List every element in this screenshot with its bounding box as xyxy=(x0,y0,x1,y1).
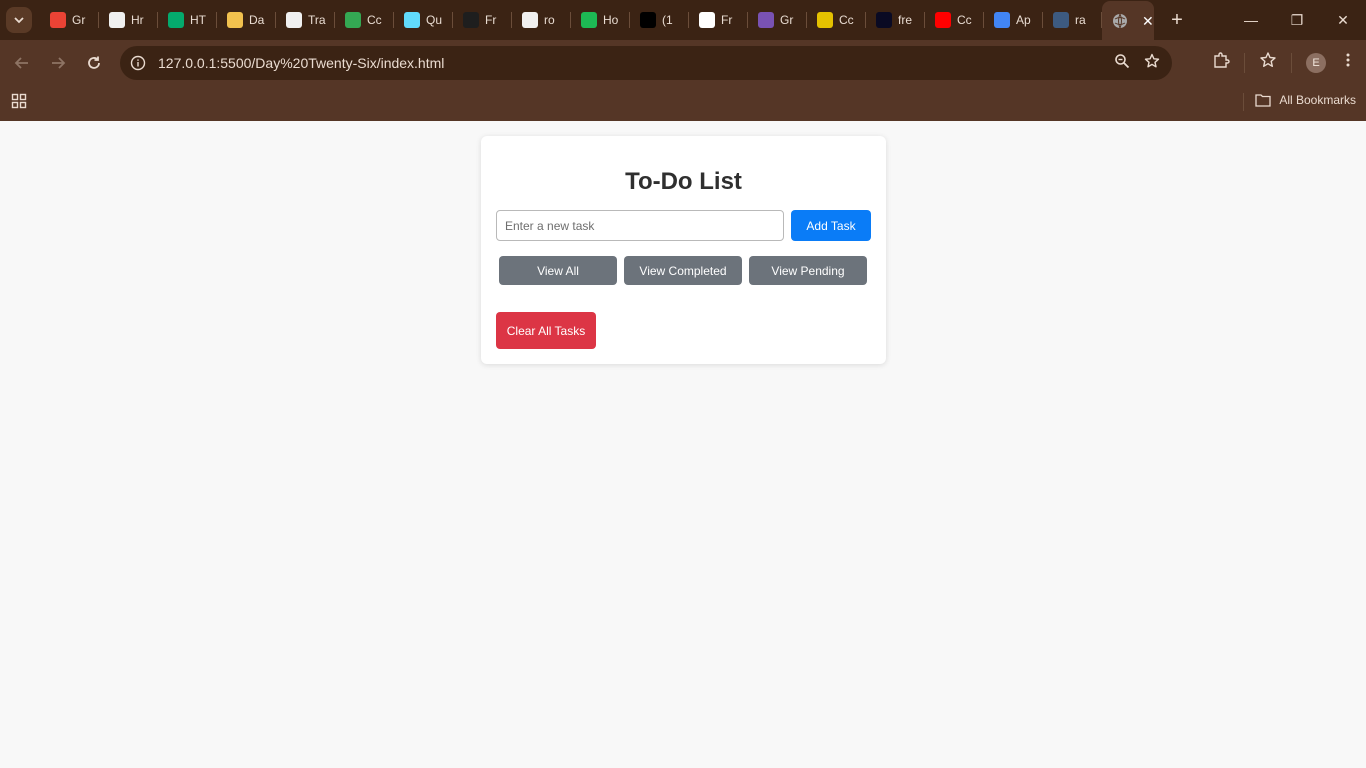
tab-label: Cc xyxy=(367,13,382,27)
freecodecamp-icon xyxy=(876,12,892,28)
site-info-icon[interactable] xyxy=(124,49,152,77)
tab-label: Ap xyxy=(1016,13,1031,27)
view-all-button[interactable]: View All xyxy=(499,256,617,285)
codepen-icon xyxy=(286,12,302,28)
tab-item[interactable]: Hr xyxy=(99,0,158,40)
tab-item[interactable]: Gr xyxy=(748,0,807,40)
toolbar-divider xyxy=(1244,52,1245,73)
tab-label: ra xyxy=(1075,13,1086,27)
drive-icon xyxy=(345,12,361,28)
tab-item[interactable]: Cc xyxy=(807,0,866,40)
tab-item[interactable]: fre xyxy=(866,0,925,40)
back-button[interactable] xyxy=(4,45,40,81)
tab-label: Cc xyxy=(957,13,972,27)
page-title: To-Do List xyxy=(625,168,742,195)
browser-toolbar: 127.0.0.1:5500/Day%20Twenty-Six/index.ht… xyxy=(0,40,1366,85)
restore-button[interactable]: ❐ xyxy=(1274,0,1320,40)
tab-label: Fr xyxy=(721,13,733,27)
tab-active[interactable]: ✕ xyxy=(1102,1,1154,41)
youtube-icon xyxy=(935,12,951,28)
view-pending-button[interactable]: View Pending xyxy=(749,256,867,285)
tab-item[interactable]: Ho xyxy=(571,0,630,40)
globe-icon xyxy=(1112,13,1128,29)
spotify-icon xyxy=(581,12,597,28)
profile-avatar[interactable]: E xyxy=(1306,52,1326,73)
tab-item[interactable]: HT xyxy=(158,0,217,40)
w3schools-icon xyxy=(168,12,184,28)
toolbar-divider xyxy=(1291,52,1292,73)
window-close-button[interactable]: ✕ xyxy=(1320,0,1366,40)
x-icon xyxy=(640,12,656,28)
all-bookmarks-label: All Bookmarks xyxy=(1279,93,1356,107)
bookmark-star-icon[interactable] xyxy=(1144,53,1160,74)
all-bookmarks-button[interactable]: All Bookmarks xyxy=(1243,93,1356,111)
tab-search-button[interactable] xyxy=(6,7,32,33)
folder-icon xyxy=(1255,94,1271,107)
view-completed-button[interactable]: View Completed xyxy=(624,256,742,285)
reload-button[interactable] xyxy=(76,45,112,81)
tab-item[interactable]: ro xyxy=(512,0,571,40)
tab-label: Qu xyxy=(426,13,443,27)
todo-card: To-Do List Add Task View All View Comple… xyxy=(481,136,886,364)
reload-icon xyxy=(88,56,100,69)
tab-label: Gr xyxy=(780,13,794,27)
arrow-right-icon xyxy=(52,56,66,69)
new-tab-button[interactable]: + xyxy=(1162,5,1192,35)
chevron-down-icon xyxy=(14,17,24,24)
tab-label: fre xyxy=(898,13,913,27)
tab-item[interactable]: Ap xyxy=(984,0,1043,40)
tab-item[interactable]: Tra xyxy=(276,0,335,40)
tab-item[interactable]: Cc xyxy=(335,0,394,40)
forward-button[interactable] xyxy=(40,45,76,81)
reading-list-icon[interactable] xyxy=(1259,51,1277,74)
clear-all-tasks-button[interactable]: Clear All Tasks xyxy=(496,312,596,349)
react-icon xyxy=(404,12,420,28)
add-task-button[interactable]: Add Task xyxy=(791,210,871,241)
tab-label: Tra xyxy=(308,13,326,27)
tab-label: Ho xyxy=(603,13,619,27)
window-controls: — ❐ ✕ xyxy=(1228,0,1366,40)
tab-item[interactable]: Gr xyxy=(40,0,99,40)
url-text: 127.0.0.1:5500/Day%20Twenty-Six/index.ht… xyxy=(158,55,445,71)
tab-item[interactable]: ra xyxy=(1043,0,1102,40)
page-viewport: To-Do List Add Task View All View Comple… xyxy=(0,121,1366,768)
page-icon xyxy=(699,12,715,28)
tab-label: ro xyxy=(544,13,555,27)
tab-label: HT xyxy=(190,13,206,27)
tab-item[interactable]: Da xyxy=(217,0,276,40)
extensions-icon[interactable] xyxy=(1212,51,1230,74)
fox-icon xyxy=(227,12,243,28)
tab-label: Fr xyxy=(485,13,497,27)
task-input[interactable] xyxy=(496,210,784,241)
arrow-left-icon xyxy=(14,56,28,69)
loading-icon xyxy=(1053,12,1069,28)
address-bar[interactable]: 127.0.0.1:5500/Day%20Twenty-Six/index.ht… xyxy=(120,46,1172,80)
bootstrap-icon xyxy=(758,12,774,28)
github-icon xyxy=(522,12,538,28)
tab-label: (1 xyxy=(662,13,673,27)
minimize-button[interactable]: — xyxy=(1228,0,1274,40)
tab-label: Gr xyxy=(72,13,86,27)
menu-icon[interactable] xyxy=(1340,52,1356,73)
tab-item[interactable]: Fr xyxy=(453,0,512,40)
tab-list: Gr Hr HT Da Tra Cc Qu Fr ro Ho (1 Fr Gr Cc fre Cc Ap ra xyxy=(40,0,1102,40)
canva-icon xyxy=(817,12,833,28)
tab-item[interactable]: (1 xyxy=(630,0,689,40)
bookmarks-bar: All Bookmarks xyxy=(0,85,1366,121)
tab-label: Da xyxy=(249,13,265,27)
github-icon xyxy=(109,12,125,28)
tab-item[interactable]: Qu xyxy=(394,0,453,40)
gmail-icon xyxy=(50,12,66,28)
tab-item[interactable]: Cc xyxy=(925,0,984,40)
apps-grid-icon[interactable] xyxy=(11,93,27,114)
close-tab-icon[interactable]: ✕ xyxy=(1142,13,1154,30)
tab-label: Hr xyxy=(131,13,144,27)
tab-item[interactable]: Fr xyxy=(689,0,748,40)
app-icon xyxy=(994,12,1010,28)
framer-icon xyxy=(463,12,479,28)
tab-label: Cc xyxy=(839,13,854,27)
tab-strip: Gr Hr HT Da Tra Cc Qu Fr ro Ho (1 Fr Gr Cc fre Cc Ap ra ✕… xyxy=(0,0,1366,41)
zoom-icon[interactable] xyxy=(1114,53,1130,74)
